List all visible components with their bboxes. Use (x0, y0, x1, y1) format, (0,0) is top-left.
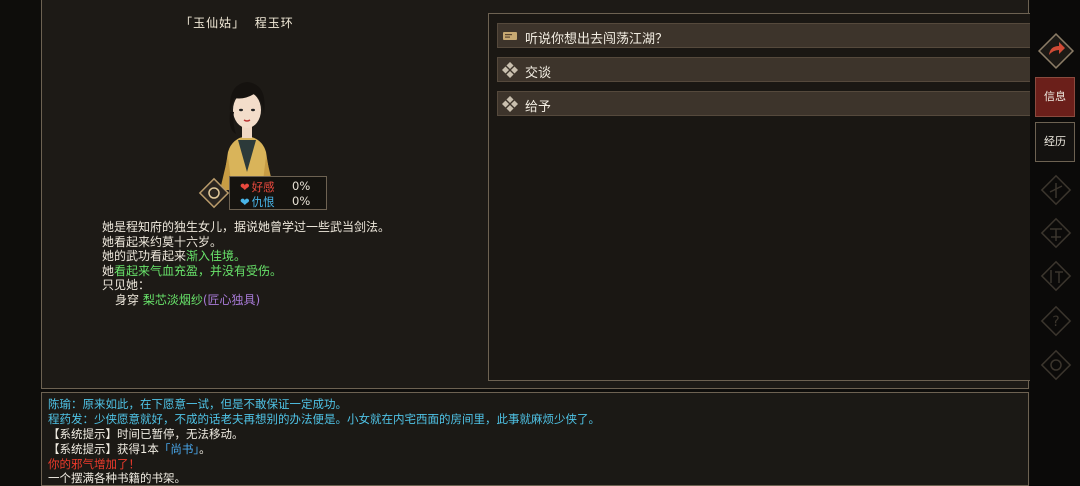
martial-level: 渐入佳境。 (186, 249, 247, 263)
message-log[interactable]: 陈瑜：原来如此，在下愿意一试，但是不敢保证一定成功。 程药发：少侠愿意就好，不成… (41, 392, 1029, 486)
character-portrait (220, 82, 274, 190)
desc-line: 她的武功看起来渐入佳境。 (102, 249, 247, 263)
study-icon (1040, 217, 1072, 249)
info-button[interactable]: 信息 (1035, 77, 1075, 117)
relationship-stats: ❤ 好感 0% ❤ 仇恨 0% (229, 176, 327, 210)
health-status: 看起来气血充盈，并没有受伤。 (114, 263, 283, 278)
option-give[interactable]: 给予 (497, 91, 1054, 116)
hatred-label: 仇恨 (251, 195, 275, 209)
affection-value: 0% (292, 179, 311, 193)
diamond-icon (502, 62, 518, 78)
option-label: 给予 (525, 100, 552, 115)
sect-icon (1040, 260, 1072, 292)
work-icon (1040, 174, 1072, 206)
affection-label: 好感 (251, 180, 275, 194)
log-item-name: 「尚书」 (158, 442, 200, 456)
desc-line: 她看起来气血充盈，并没有受伤。 (102, 263, 283, 278)
log-line: 【系统提示】时间已暂停，无法移动。 (48, 427, 244, 441)
character-panel: 「玉仙姑」 程玉环 ❤ 好感 0% ❤ 仇恨 0% 她是程知府的独生女儿，据说她曾学… (41, 0, 1062, 389)
relationship-emblem-icon (198, 177, 230, 209)
log-line: 陈瑜：原来如此，在下愿意一试，但是不敢保证一定成功。 (48, 397, 347, 411)
affection-row: ❤ 好感 0% (240, 179, 310, 195)
blue-heart-icon: ❤ (240, 195, 250, 209)
option-talk[interactable]: 交谈 (497, 57, 1054, 82)
option-wander-jianghu[interactable]: 听说你想出去闯荡江湖？ (497, 23, 1054, 48)
character-title: 「玉仙姑」 程玉环 (180, 16, 294, 30)
option-label: 听说你想出去闯荡江湖？ (525, 32, 669, 47)
diamond-icon (502, 96, 518, 112)
hatred-row: ❤ 仇恨 0% (240, 194, 310, 210)
svg-text:?: ? (1052, 314, 1059, 330)
heart-icon: ❤ (240, 180, 250, 194)
help-icon: ? (1040, 305, 1072, 337)
character-description: 她是程知府的独生女儿，据说她曾学过一些武当剑法。 她看起来约莫十六岁。 她的武功… (102, 220, 482, 307)
option-label: 交谈 (525, 66, 552, 81)
equipment-quality: (匠心独具) (202, 292, 261, 307)
desc-line: 她是程知府的独生女儿，据说她曾学过一些武当剑法。 (102, 220, 391, 234)
log-line: 一个摆满各种书籍的书架。 (48, 471, 186, 485)
settings-icon (1040, 349, 1072, 381)
hatred-value: 0% (292, 194, 311, 208)
history-button[interactable]: 经历 (1035, 122, 1075, 162)
desc-line: 她看起来约莫十六岁。 (102, 234, 223, 249)
equipment-item[interactable]: 梨芯淡烟纱 (143, 293, 203, 307)
back-arrow-icon[interactable] (1037, 32, 1075, 70)
equipment-line: 身穿 梨芯淡烟纱(匠心独具) (115, 292, 261, 307)
log-line: 【系统提示】获得1本「尚书」。 (48, 442, 211, 456)
desc-line: 只见她： (102, 278, 151, 292)
scroll-icon (503, 32, 517, 40)
dialogue-options-panel: 听说你想出去闯荡江湖？ 交谈 给予 (488, 13, 1062, 381)
log-line: 程药发：少侠愿意就好，不成的话老夫再想别的办法便是。小女就在内宅西面的房间里，此… (48, 412, 600, 426)
right-sidebar: 信息 经历 ? (1030, 0, 1080, 486)
